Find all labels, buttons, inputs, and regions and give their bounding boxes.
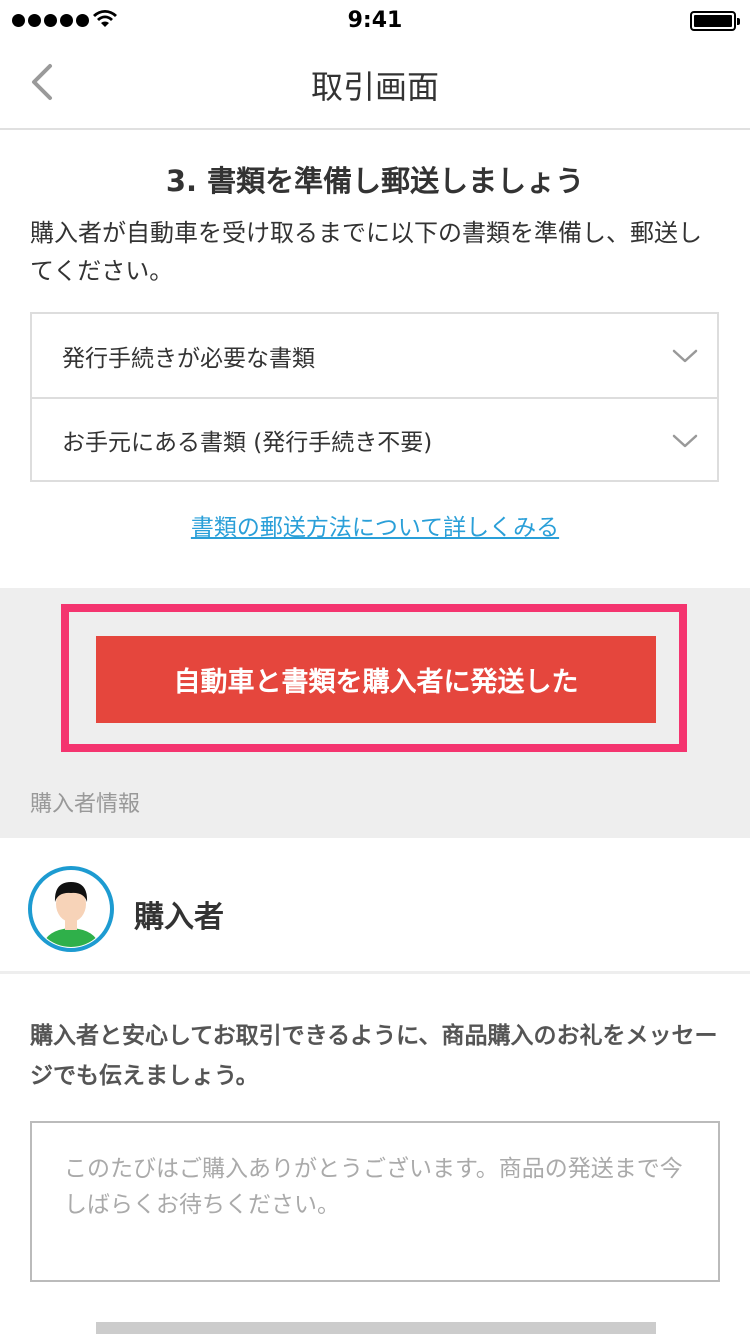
action-panel: 自動車と書類を購入者に発送した 購入者情報 bbox=[0, 588, 750, 838]
buyer-info-label: 購入者情報 bbox=[30, 792, 141, 817]
accordion-item-required-docs[interactable]: 発行手続きが必要な書類 bbox=[32, 314, 717, 397]
mailing-details-link[interactable]: 書類の郵送方法について詳しくみる bbox=[0, 508, 750, 542]
battery-icon bbox=[690, 11, 740, 31]
status-bar: 9:41 bbox=[0, 0, 750, 40]
page-title: 取引画面 bbox=[310, 68, 439, 106]
documents-accordion: 発行手続きが必要な書類 お手元にある書類 (発行手続き不要) bbox=[30, 312, 719, 482]
nav-bar: 取引画面 bbox=[0, 40, 750, 130]
buyer-row[interactable]: 購入者 bbox=[0, 838, 750, 974]
buyer-name: 購入者 bbox=[134, 900, 224, 935]
chevron-down-icon bbox=[672, 434, 698, 448]
section-description: 購入者が自動車を受け取るまでに以下の書類を準備し、郵送してください。 bbox=[30, 219, 702, 285]
status-time: 9:41 bbox=[347, 8, 403, 33]
shipped-button[interactable]: 自動車と書類を購入者に発送した bbox=[96, 636, 656, 723]
accordion-item-label: 発行手続きが必要な書類 bbox=[62, 345, 315, 372]
user-avatar-icon bbox=[28, 866, 114, 952]
section-title: 3. 書類を準備し郵送しましょう bbox=[165, 164, 585, 198]
chevron-down-icon bbox=[672, 349, 698, 363]
accordion-item-label: お手元にある書類 (発行手続き不要) bbox=[62, 429, 433, 456]
accordion-item-on-hand-docs[interactable]: お手元にある書類 (発行手続き不要) bbox=[32, 397, 717, 480]
message-input[interactable] bbox=[30, 1121, 720, 1282]
send-message-button[interactable] bbox=[96, 1322, 656, 1334]
message-note: 購入者と安心してお取引できるように、商品購入のお礼をメッセージでも伝えましょう。 bbox=[30, 1023, 718, 1089]
